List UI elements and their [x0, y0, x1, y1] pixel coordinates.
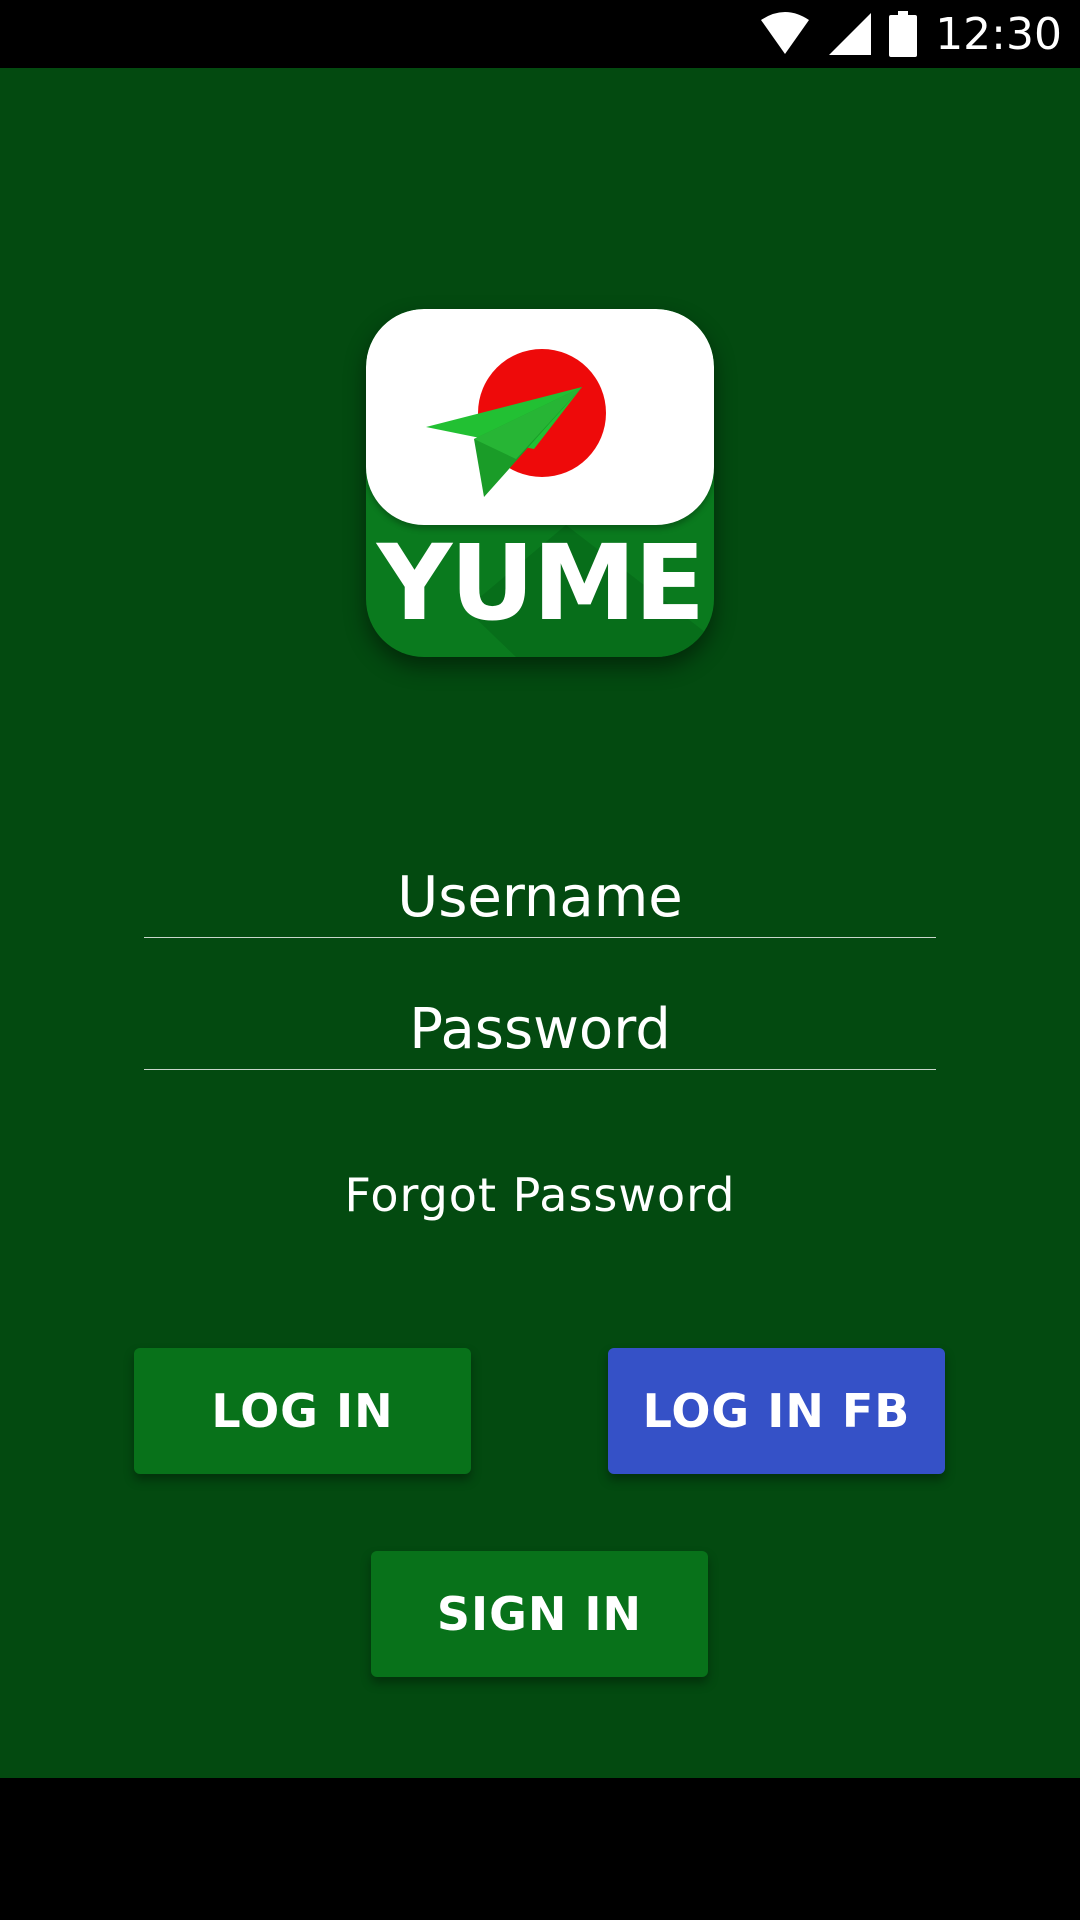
app-logo: YUME: [366, 309, 714, 657]
login-screen: YUME Forgot Password LOG IN LOG IN FB SI…: [0, 68, 1080, 1778]
battery-icon: [889, 11, 918, 57]
forgot-password-link[interactable]: Forgot Password: [0, 1168, 1080, 1222]
navigation-bar: [0, 1778, 1080, 1920]
login-facebook-button[interactable]: LOG IN FB: [608, 1348, 945, 1474]
status-bar: 12:30: [0, 0, 1080, 68]
signal-icon: [829, 13, 872, 55]
logo-top-panel: [366, 309, 714, 525]
signin-button[interactable]: SIGN IN: [371, 1551, 708, 1677]
login-button[interactable]: LOG IN: [134, 1348, 471, 1474]
status-time: 12:30: [935, 8, 1062, 60]
status-icons: 12:30: [759, 0, 1062, 68]
username-field[interactable]: [144, 858, 936, 938]
logo-text: YUME: [376, 522, 705, 644]
paper-plane-sun-icon: [426, 349, 606, 497]
wifi-icon: [759, 12, 811, 56]
password-field[interactable]: [144, 990, 936, 1070]
